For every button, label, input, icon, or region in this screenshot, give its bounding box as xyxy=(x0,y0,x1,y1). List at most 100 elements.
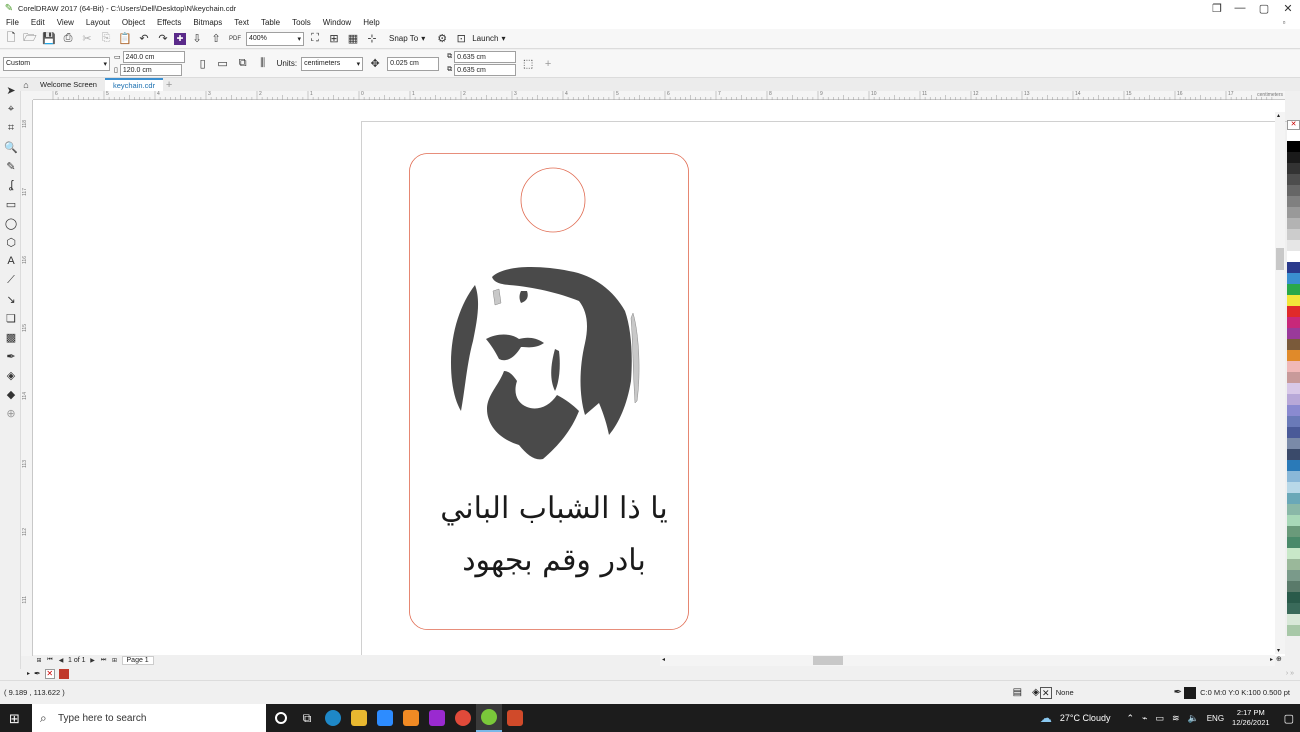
menu-bitmaps[interactable]: Bitmaps xyxy=(193,18,222,27)
palette-swatch[interactable] xyxy=(1287,614,1300,625)
vertical-ruler[interactable]: 118 117 116 115 114 113 112 111 xyxy=(21,100,33,656)
scroll-up-icon[interactable]: ▴ xyxy=(1277,112,1280,119)
text-tool-icon[interactable]: A xyxy=(3,253,19,269)
options-gear-icon[interactable]: ⚙ xyxy=(434,31,450,47)
portrait-icon[interactable]: ▯ xyxy=(195,56,211,72)
palette-swatch[interactable] xyxy=(1287,361,1300,372)
menu-tools[interactable]: Tools xyxy=(292,18,311,27)
windows-start-icon[interactable]: ⊞ xyxy=(9,711,20,727)
weather-text[interactable]: 27°C Cloudy xyxy=(1060,713,1111,723)
chrome-icon[interactable] xyxy=(450,704,476,732)
multicolor-app-icon[interactable] xyxy=(424,704,450,732)
menu-window[interactable]: Window xyxy=(323,18,351,27)
menu-file[interactable]: File xyxy=(6,18,19,27)
palette-swatch[interactable] xyxy=(1287,493,1300,504)
new-document-icon[interactable]: 🗋 xyxy=(3,31,19,47)
palette-swatch[interactable] xyxy=(1287,559,1300,570)
expand-palette-icon[interactable]: ▸ xyxy=(27,670,30,677)
eyedropper-icon[interactable]: ✒ xyxy=(34,669,41,678)
palette-swatch[interactable] xyxy=(1287,174,1300,185)
menu-object[interactable]: Object xyxy=(122,18,145,27)
scroll-down-icon[interactable]: ▾ xyxy=(1277,647,1280,654)
palette-swatch[interactable] xyxy=(1287,383,1300,394)
palette-swatch[interactable] xyxy=(1287,339,1300,350)
export-icon[interactable]: ⇧ xyxy=(208,31,224,47)
show-rulers-icon[interactable]: ⊞ xyxy=(326,31,342,47)
crop-tool-icon[interactable]: ⌗ xyxy=(3,120,19,136)
network-status-icon[interactable]: ⌁ xyxy=(1142,713,1147,724)
cortana-icon[interactable] xyxy=(268,704,294,732)
palette-swatch[interactable] xyxy=(1287,526,1300,537)
powerpoint-icon[interactable] xyxy=(502,704,528,732)
add-icon[interactable]: + xyxy=(540,56,556,72)
arabic-text-line-1[interactable]: يا ذا الشباب الباني xyxy=(429,491,679,526)
redo-icon[interactable]: ↷ xyxy=(155,31,171,47)
palette-swatch[interactable] xyxy=(1287,262,1300,273)
print-icon[interactable]: ⎙ xyxy=(60,31,76,47)
vertical-scroll-thumb[interactable] xyxy=(1276,248,1284,270)
palette-swatch[interactable] xyxy=(1287,438,1300,449)
pick-tool-icon[interactable]: ➤ xyxy=(3,82,19,98)
palette-swatch[interactable] xyxy=(1287,416,1300,427)
snap-to-dropdown[interactable]: Snap To xyxy=(389,34,418,43)
palette-swatch[interactable] xyxy=(1287,141,1300,152)
duplicate-y-field[interactable]: 0.635 cm xyxy=(454,64,517,76)
palette-swatch[interactable] xyxy=(1287,328,1300,339)
smart-fill-icon[interactable]: ◆ xyxy=(3,386,19,402)
launch-dropdown[interactable]: Launch xyxy=(472,34,498,43)
copy-icon[interactable]: ⎘ xyxy=(98,31,114,47)
palette-swatch[interactable] xyxy=(1287,537,1300,548)
palette-swatch[interactable] xyxy=(1287,251,1300,262)
launch-icon[interactable]: ⊡ xyxy=(453,31,469,47)
eyedropper-tool-icon[interactable]: ✒ xyxy=(3,348,19,364)
palette-swatch[interactable] xyxy=(1287,152,1300,163)
palette-swatch[interactable] xyxy=(1287,427,1300,438)
restore-icon[interactable]: ❐ xyxy=(1206,0,1228,16)
zoom-tool-icon[interactable]: 🔍 xyxy=(3,139,19,155)
duplicate-x-field[interactable]: 0.635 cm xyxy=(454,51,517,63)
first-page-icon[interactable]: ⏮ xyxy=(46,657,54,665)
palette-swatch[interactable] xyxy=(1287,317,1300,328)
no-color-swatch[interactable]: ✕ xyxy=(1287,120,1300,130)
add-tool-icon[interactable]: ⊕ xyxy=(3,405,19,421)
shape-tool-icon[interactable]: ⌖ xyxy=(3,101,19,117)
undo-icon[interactable]: ↶ xyxy=(136,31,152,47)
palette-swatch[interactable] xyxy=(1287,273,1300,284)
palette-swatch[interactable] xyxy=(1287,449,1300,460)
chevron-down-icon[interactable]: ▾ xyxy=(501,34,505,43)
landscape-icon[interactable]: ▭ xyxy=(215,56,231,72)
paste-icon[interactable]: 📋 xyxy=(117,31,133,47)
palette-swatch[interactable] xyxy=(1287,482,1300,493)
ruler-corner[interactable] xyxy=(21,91,33,100)
full-screen-icon[interactable]: ⛶ xyxy=(307,31,323,47)
palette-swatch[interactable] xyxy=(1287,394,1300,405)
maximize-icon[interactable]: ▢ xyxy=(1252,0,1276,16)
palette-swatch[interactable] xyxy=(1287,130,1300,141)
palette-swatch[interactable] xyxy=(1287,515,1300,526)
print-color-icon[interactable]: ▤ xyxy=(1013,687,1022,698)
interactive-fill-icon[interactable]: ◈ xyxy=(3,367,19,383)
palette-swatch[interactable] xyxy=(1287,163,1300,174)
page-tab[interactable]: Page 1 xyxy=(121,656,154,665)
fusion-app-icon[interactable] xyxy=(398,704,424,732)
palette-swatch[interactable] xyxy=(1287,185,1300,196)
page-size-preset[interactable]: Custom ▾ xyxy=(3,56,110,71)
scroll-right-icon[interactable]: ▸ xyxy=(1270,656,1273,663)
wifi-icon[interactable]: ≋ xyxy=(1172,713,1180,724)
tab-welcome-screen[interactable]: Welcome Screen xyxy=(32,78,105,91)
last-page-icon[interactable]: ⏭ xyxy=(100,657,108,665)
palette-swatch[interactable] xyxy=(1287,196,1300,207)
minimize-icon[interactable]: — xyxy=(1228,0,1252,16)
polygon-tool-icon[interactable]: ⬡ xyxy=(3,234,19,250)
palette-swatch[interactable] xyxy=(1287,240,1300,251)
cut-icon[interactable]: ✂ xyxy=(79,31,95,47)
tray-chevron-icon[interactable]: ⌃ xyxy=(1126,713,1134,724)
scroll-left-icon[interactable]: ◂ xyxy=(662,656,665,663)
palette-swatch[interactable] xyxy=(1287,603,1300,614)
menu-help[interactable]: Help xyxy=(363,18,379,27)
parallel-dimension-icon[interactable]: ⟋ xyxy=(3,272,19,288)
menu-layout[interactable]: Layout xyxy=(86,18,110,27)
connector-tool-icon[interactable]: ↘ xyxy=(3,291,19,307)
palette-swatch[interactable] xyxy=(1287,504,1300,515)
palette-swatch[interactable] xyxy=(1287,295,1300,306)
